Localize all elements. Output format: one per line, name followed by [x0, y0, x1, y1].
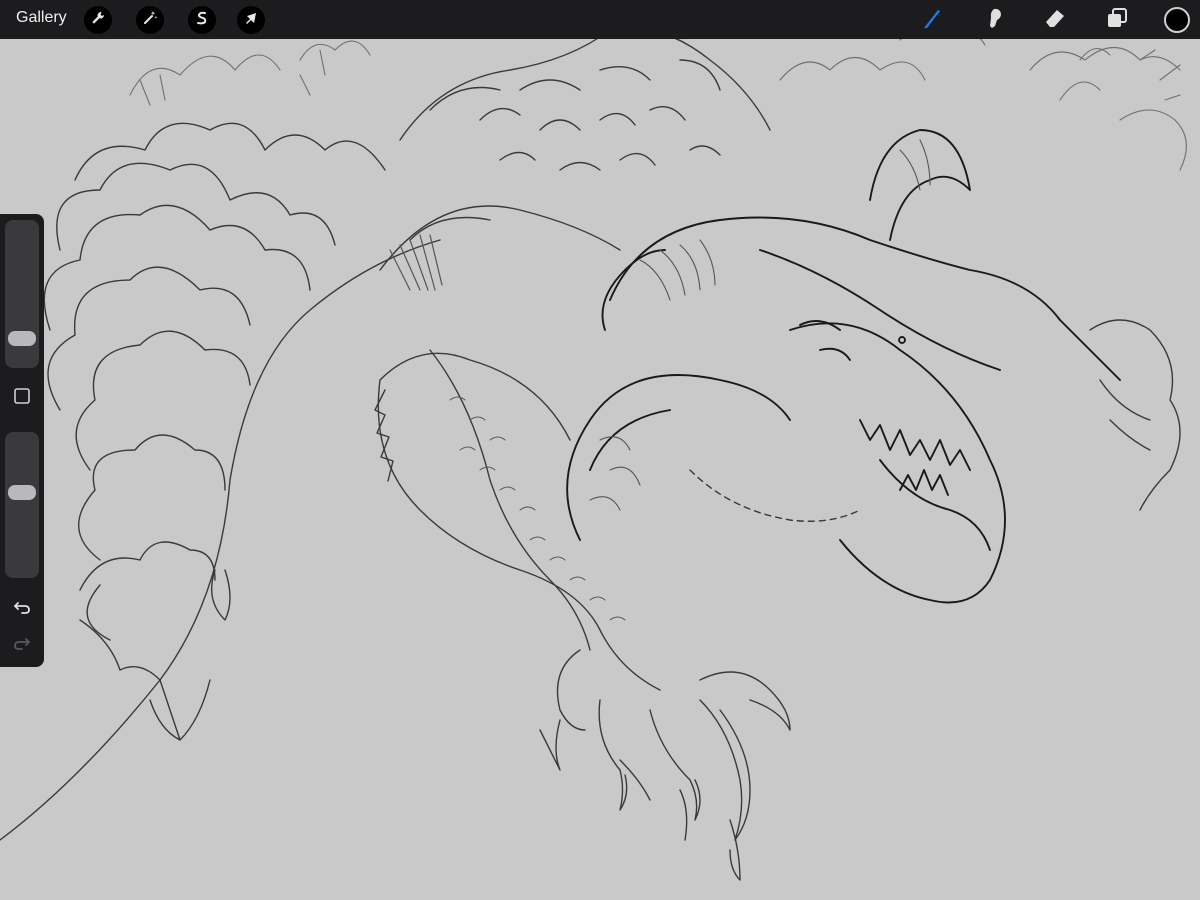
selection-button[interactable]	[188, 6, 216, 34]
square-icon	[12, 386, 32, 411]
transform-button[interactable]	[237, 6, 265, 34]
drawing-canvas[interactable]	[0, 0, 1200, 900]
arrow-cursor-icon	[243, 10, 259, 31]
color-picker-button[interactable]	[1164, 7, 1190, 33]
wrench-icon	[90, 10, 106, 31]
redo-icon	[12, 632, 32, 657]
undo-icon	[12, 596, 32, 621]
layers-icon	[1105, 6, 1129, 35]
brush-tool-button[interactable]	[918, 6, 946, 34]
eraser-tool-button[interactable]	[1041, 6, 1069, 34]
top-toolbar: Gallery	[0, 0, 1200, 39]
undo-button[interactable]	[8, 594, 36, 622]
brush-size-slider-thumb[interactable]	[8, 330, 36, 346]
gallery-button[interactable]: Gallery	[16, 9, 67, 27]
eraser-icon	[1043, 6, 1067, 35]
opacity-slider[interactable]	[5, 432, 39, 578]
opacity-slider-thumb[interactable]	[8, 485, 36, 500]
layers-button[interactable]	[1103, 6, 1131, 34]
left-sidebar	[0, 214, 44, 667]
magic-wand-icon	[142, 10, 158, 31]
smudge-tool-button[interactable]	[980, 6, 1008, 34]
adjustments-button[interactable]	[136, 6, 164, 34]
brush-size-slider[interactable]	[5, 220, 39, 368]
modify-button[interactable]	[8, 384, 36, 412]
brush-icon	[920, 6, 944, 35]
actions-button[interactable]	[84, 6, 112, 34]
smudge-icon	[982, 6, 1006, 35]
selection-s-icon	[194, 10, 210, 31]
redo-button[interactable]	[8, 630, 36, 658]
